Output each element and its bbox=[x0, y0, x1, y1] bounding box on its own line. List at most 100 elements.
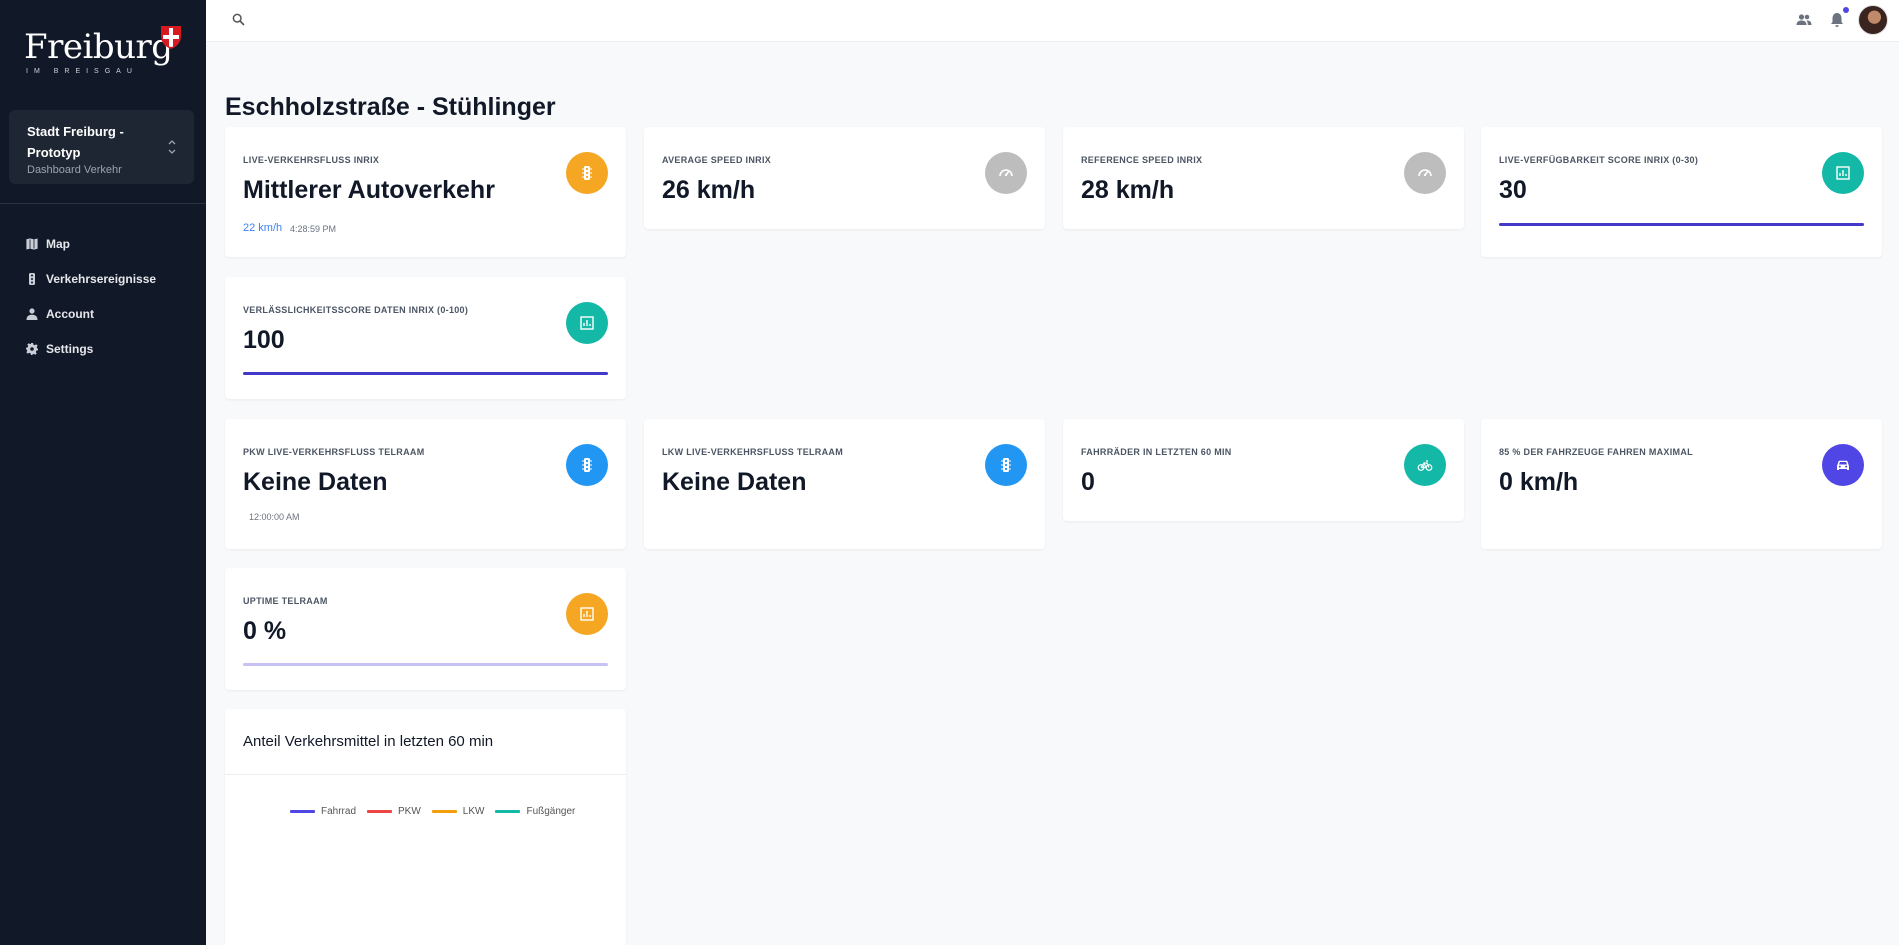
card-icon bbox=[566, 444, 608, 486]
bar-chart-icon bbox=[580, 607, 594, 621]
card-icon bbox=[1404, 444, 1446, 486]
card-value: 0 bbox=[1081, 468, 1095, 496]
card-live-flow-inrix: LIVE-VERKEHRSFLUSS INRIX Mittlerer Autov… bbox=[225, 127, 626, 257]
legend-item-fahrrad[interactable]: Fahrrad bbox=[290, 806, 356, 817]
card-label: AVERAGE SPEED INRIX bbox=[662, 155, 772, 165]
card-value: 100 bbox=[243, 326, 285, 354]
nav-item-account[interactable]: Account bbox=[0, 296, 206, 331]
legend-swatch bbox=[367, 810, 393, 813]
chevron-up-down-icon bbox=[168, 140, 176, 154]
nav-item-verkehrsereignisse[interactable]: Verkehrsereignisse bbox=[0, 261, 206, 296]
card-label: FAHRRÄDER IN LETZTEN 60 MIN bbox=[1081, 447, 1232, 457]
card-icon bbox=[566, 302, 608, 344]
card-label: 85 % DER FAHRZEUGE FAHREN MAXIMAL bbox=[1499, 447, 1693, 457]
traffic-light-icon bbox=[29, 272, 35, 285]
top-bar bbox=[206, 0, 1899, 42]
chart-divider bbox=[225, 774, 626, 775]
card-icon bbox=[1404, 152, 1446, 194]
card-label: PKW LIVE-VERKEHRSFLUSS TELRAAM bbox=[243, 447, 425, 457]
card-icon bbox=[566, 152, 608, 194]
card-availability-score-inrix: LIVE-VERFÜGBARKEIT SCORE INRIX (0-30) 30 bbox=[1481, 127, 1882, 257]
card-value: 0 km/h bbox=[1499, 468, 1579, 496]
card-icon bbox=[1822, 444, 1864, 486]
legend-label: LKW bbox=[462, 806, 485, 817]
people-icon[interactable] bbox=[1795, 11, 1813, 29]
sidebar-nav: Map Verkehrsereignisse Account Settings bbox=[0, 226, 206, 366]
traffic-light-icon bbox=[582, 166, 592, 180]
card-reliability-score-inrix: VERLÄSSLICHKEITSSCORE DATEN INRIX (0-100… bbox=[225, 277, 626, 399]
legend-item-fußgänger[interactable]: Fußgänger bbox=[495, 806, 575, 817]
availability-progress-track bbox=[1499, 223, 1864, 226]
freiburg-logo[interactable]: Freiburg IM BREISGAU bbox=[24, 22, 186, 80]
card-average-speed-inrix: AVERAGE SPEED INRIX 26 km/h bbox=[644, 127, 1045, 229]
uptime-progress-track bbox=[243, 663, 608, 666]
nav-item-map[interactable]: Map bbox=[0, 226, 206, 261]
nav-label-map: Map bbox=[46, 236, 70, 251]
nav-item-settings[interactable]: Settings bbox=[0, 331, 206, 366]
organization-subtitle: Dashboard Verkehr bbox=[27, 164, 122, 176]
chart-title: Anteil Verkehrsmittel in letzten 60 min bbox=[243, 733, 494, 750]
gear-icon bbox=[26, 342, 38, 355]
sidebar-divider bbox=[0, 203, 206, 204]
legend-label: Fahrrad bbox=[321, 806, 357, 817]
legend-swatch bbox=[431, 810, 457, 813]
legend-item-pkw[interactable]: PKW bbox=[367, 806, 421, 817]
bicycle-icon bbox=[1417, 460, 1433, 471]
timestamp: 4:28:59 PM bbox=[290, 224, 337, 234]
card-reference-speed-inrix: REFERENCE SPEED INRIX 28 km/h bbox=[1063, 127, 1464, 229]
bar-chart-icon bbox=[1836, 166, 1850, 180]
card-value: Mittlerer Autoverkehr bbox=[243, 176, 495, 204]
search-icon[interactable] bbox=[232, 13, 245, 26]
traffic-light-icon bbox=[1001, 458, 1011, 472]
timestamp: 12:00:00 AM bbox=[249, 512, 300, 522]
chart-legend: Fahrrad PKW LKW Fußgänger bbox=[290, 806, 586, 817]
map-icon bbox=[26, 237, 38, 250]
card-v85-speed: 85 % DER FAHRZEUGE FAHREN MAXIMAL 0 km/h bbox=[1481, 419, 1882, 549]
card-lkw-flow-telraam: LKW LIVE-VERKEHRSFLUSS TELRAAM Keine Dat… bbox=[644, 419, 1045, 549]
organization-switcher[interactable]: Stadt Freiburg - Prototyp Dashboard Verk… bbox=[9, 110, 194, 184]
legend-label: Fußgänger bbox=[526, 806, 576, 817]
sidebar: Freiburg IM BREISGAU Stadt Freiburg - Pr… bbox=[0, 0, 206, 945]
car-icon bbox=[1837, 460, 1849, 470]
legend-label: PKW bbox=[398, 806, 421, 817]
card-label: LIVE-VERKEHRSFLUSS INRIX bbox=[243, 155, 380, 165]
availability-progress-fill bbox=[1499, 223, 1864, 226]
card-icon bbox=[985, 152, 1027, 194]
legend-swatch bbox=[495, 810, 521, 813]
nav-label-verkehrsereignisse: Verkehrsereignisse bbox=[46, 271, 157, 286]
legend-item-lkw[interactable]: LKW bbox=[431, 806, 485, 817]
chart-card-modal-split: Anteil Verkehrsmittel in letzten 60 min … bbox=[225, 709, 626, 945]
nav-label-settings: Settings bbox=[46, 341, 94, 356]
card-label: UPTIME TELRAAM bbox=[243, 596, 328, 606]
page-title: Eschholzstraße - Stühlinger bbox=[225, 93, 556, 121]
logo-subtitle: IM BREISGAU bbox=[26, 68, 138, 75]
speedometer-icon bbox=[999, 169, 1013, 177]
bar-chart-icon bbox=[580, 316, 594, 330]
current-speed: 22 km/h bbox=[243, 222, 283, 234]
card-label: LIVE-VERFÜGBARKEIT SCORE INRIX (0-30) bbox=[1499, 155, 1699, 165]
organization-name: Stadt Freiburg - Prototyp bbox=[27, 124, 124, 160]
card-label: VERLÄSSLICHKEITSSCORE DATEN INRIX (0-100… bbox=[243, 305, 469, 315]
card-icon bbox=[985, 444, 1027, 486]
bell-icon[interactable] bbox=[1828, 11, 1846, 29]
card-uptime-telraam: UPTIME TELRAAM 0 % bbox=[225, 568, 626, 690]
person-icon bbox=[26, 307, 38, 320]
card-bikes-last-60-min: FAHRRÄDER IN LETZTEN 60 MIN 0 bbox=[1063, 419, 1464, 521]
card-label: REFERENCE SPEED INRIX bbox=[1081, 155, 1203, 165]
legend-swatch bbox=[290, 810, 315, 813]
card-value: Keine Daten bbox=[243, 468, 388, 496]
card-label: LKW LIVE-VERKEHRSFLUSS TELRAAM bbox=[662, 447, 843, 457]
reliability-progress-fill bbox=[243, 372, 608, 375]
card-value: Keine Daten bbox=[662, 468, 807, 496]
traffic-light-icon bbox=[582, 458, 592, 472]
card-value: 0 % bbox=[243, 617, 287, 645]
card-value: 30 bbox=[1499, 176, 1527, 204]
user-avatar[interactable] bbox=[1858, 5, 1888, 35]
coat-of-arms-icon bbox=[161, 26, 181, 49]
card-value: 26 km/h bbox=[662, 176, 756, 204]
reliability-progress-track bbox=[243, 372, 608, 375]
card-pkw-flow-telraam: PKW LIVE-VERKEHRSFLUSS TELRAAM Keine Dat… bbox=[225, 419, 626, 549]
logo-name: Freiburg bbox=[24, 27, 173, 67]
speedometer-icon bbox=[1418, 169, 1432, 177]
notification-badge bbox=[1843, 7, 1849, 13]
